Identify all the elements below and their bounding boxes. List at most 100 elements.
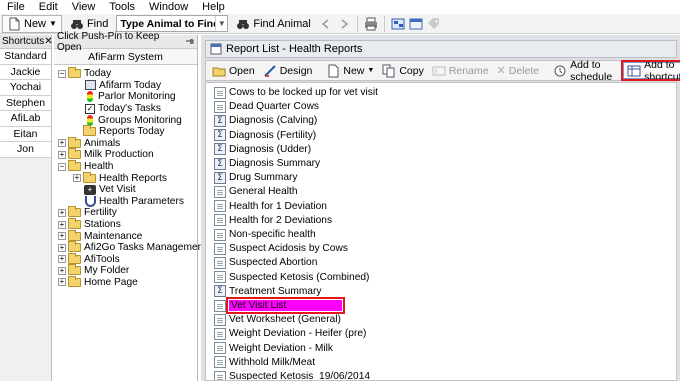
find-animal-label: Find Animal (253, 17, 311, 30)
report-document-icon (214, 86, 226, 99)
copy-button[interactable]: Copy (379, 62, 427, 79)
shortcut-jackie[interactable]: Jackie (0, 64, 51, 80)
report-item[interactable]: Suspected Ketosis_19/06/2014 (214, 370, 370, 380)
report-item-label: Cows to be locked up for vet visit (229, 87, 378, 98)
expand-icon[interactable]: + (58, 278, 66, 287)
rename-button-label: Rename (448, 64, 489, 77)
report-item[interactable]: Dead Quarter Cows (214, 100, 319, 113)
tree-node[interactable]: + Vet Visit (54, 184, 197, 196)
tree-node[interactable]: Parlor Monitoring (54, 91, 197, 103)
new-button[interactable]: New ▼ (2, 14, 62, 33)
report-item[interactable]: Σ Diagnosis Summary (214, 157, 320, 170)
tree-node[interactable]: + Afi2Go Tasks Management (54, 241, 206, 254)
tree-node-label: Animals (84, 137, 121, 149)
report-item[interactable]: Non-specific health (214, 228, 316, 241)
tree-node[interactable]: Afifarm Today (54, 80, 197, 92)
pushpin-icon[interactable] (185, 37, 194, 46)
tree-node[interactable]: + Home Page (54, 275, 197, 289)
tree-node[interactable]: − Health (54, 160, 197, 173)
design-button[interactable]: Design (260, 62, 316, 79)
rename-button[interactable]: Rename (429, 62, 492, 79)
tree-node[interactable]: Reports Today (54, 125, 197, 138)
menu-edit[interactable]: Edit (32, 0, 65, 14)
layout-icon[interactable] (391, 17, 405, 31)
collapse-icon[interactable]: − (58, 69, 66, 78)
navigate-forward-icon[interactable] (337, 17, 351, 31)
report-item[interactable]: Vet Worksheet (General) (214, 313, 341, 326)
tree-node-label: Milk Production (84, 149, 154, 161)
shortcut-afilab[interactable]: AfiLab (0, 111, 51, 127)
expand-icon[interactable]: + (58, 232, 66, 241)
delete-button[interactable]: ✕ Delete (494, 62, 543, 79)
tree-node-label: Health Reports (99, 172, 167, 184)
tree-node[interactable]: + Maintenance (54, 229, 197, 242)
expand-icon[interactable]: + (58, 139, 66, 148)
tree-node[interactable]: + Milk Production (54, 148, 197, 161)
menu-file[interactable]: File (0, 0, 32, 14)
navigation-tree: − Today Afifarm Today Parlor Monitoring ✓ Tod… (54, 65, 206, 289)
tree-node-label: AfiTools (84, 253, 120, 265)
expand-icon[interactable]: + (58, 243, 66, 252)
expand-icon[interactable]: + (58, 208, 66, 217)
shortcut-standard[interactable]: Standard (0, 49, 51, 65)
new-report-button[interactable]: New ▼ (323, 62, 377, 79)
tree-node[interactable]: + Health Reports (54, 171, 197, 184)
tree-node[interactable]: + Animals (54, 136, 197, 150)
report-item-label: Vet Visit List (225, 297, 346, 314)
open-button[interactable]: Open (209, 62, 258, 79)
tree-node[interactable]: + My Folder (54, 264, 197, 277)
shortcut-yochai[interactable]: Yochai (0, 80, 51, 96)
shortcut-eitan[interactable]: Eitan (0, 126, 51, 142)
report-item-label: Weight Deviation - Milk (229, 342, 333, 354)
menu-view[interactable]: View (65, 0, 103, 14)
menu-tools[interactable]: Tools (102, 0, 142, 14)
add-to-schedule-button[interactable]: Add to schedule (550, 59, 615, 83)
expand-icon[interactable]: + (58, 150, 66, 159)
report-item[interactable]: Suspected Ketosis (Combined) (214, 271, 369, 284)
report-item[interactable]: Withhold Milk/Meat (214, 356, 315, 369)
menu-window[interactable]: Window (142, 0, 195, 14)
report-item[interactable]: Suspect Acidosis by Cows (214, 242, 348, 255)
folder-icon (68, 206, 81, 218)
expand-icon[interactable]: + (58, 220, 66, 229)
tree-node[interactable]: ✓ Today's Tasks (54, 103, 197, 115)
tree-node[interactable]: + AfiTools (54, 252, 197, 266)
add-to-shortcut-button[interactable]: Add to shortcut (621, 59, 680, 83)
report-item-label: Treatment Summary (229, 285, 322, 297)
report-item[interactable]: Weight Deviation - Milk (214, 342, 333, 355)
close-icon[interactable]: ✕ (44, 36, 52, 47)
expand-icon[interactable]: + (73, 174, 81, 183)
expand-icon[interactable]: + (58, 255, 66, 264)
report-item[interactable]: Health for 1 Deviation (214, 200, 327, 213)
shortcut-stephen[interactable]: Stephen (0, 95, 51, 111)
tree-node[interactable]: Health Parameters (54, 195, 197, 208)
tree-node[interactable]: + Stations (54, 218, 197, 231)
window-icon[interactable] (409, 17, 423, 31)
report-item[interactable]: Σ Diagnosis (Calving) (214, 114, 317, 127)
report-item[interactable]: Cows to be locked up for vet visit (214, 86, 378, 99)
find-animal-button[interactable]: Find Animal (232, 15, 314, 33)
report-item[interactable]: Health for 2 Deviations (214, 214, 332, 227)
animal-search-input[interactable]: Type Animal to Find (117, 18, 215, 30)
tree-node[interactable]: + Fertility (54, 206, 197, 219)
report-item-selected[interactable]: Vet Visit List (214, 297, 346, 314)
report-document-icon (214, 100, 226, 113)
report-item[interactable]: Σ Treatment Summary (214, 285, 321, 298)
collapse-icon[interactable]: − (58, 162, 66, 171)
animal-search-combo[interactable]: Type Animal to Find ▼ (116, 15, 229, 32)
tree-node[interactable]: − Today (54, 67, 197, 80)
report-item[interactable]: Σ Diagnosis (Udder) (214, 143, 311, 156)
shortcut-jon[interactable]: Jon (0, 142, 51, 158)
report-item[interactable]: Σ Diagnosis (Fertility) (214, 129, 316, 142)
tag-icon[interactable] (427, 17, 441, 31)
report-item[interactable]: Weight Deviation - Heifer (pre) (214, 327, 366, 340)
report-item[interactable]: General Health (214, 185, 298, 198)
menu-help[interactable]: Help (195, 0, 232, 14)
report-item[interactable]: Suspected Abortion (214, 256, 317, 269)
navigate-back-icon[interactable] (319, 17, 333, 31)
print-icon[interactable] (364, 17, 378, 31)
chevron-down-icon[interactable]: ▼ (215, 16, 227, 31)
tree-node[interactable]: Groups Monitoring (54, 114, 197, 126)
report-item[interactable]: Σ Drug Summary (214, 171, 298, 184)
expand-icon[interactable]: + (58, 266, 66, 275)
